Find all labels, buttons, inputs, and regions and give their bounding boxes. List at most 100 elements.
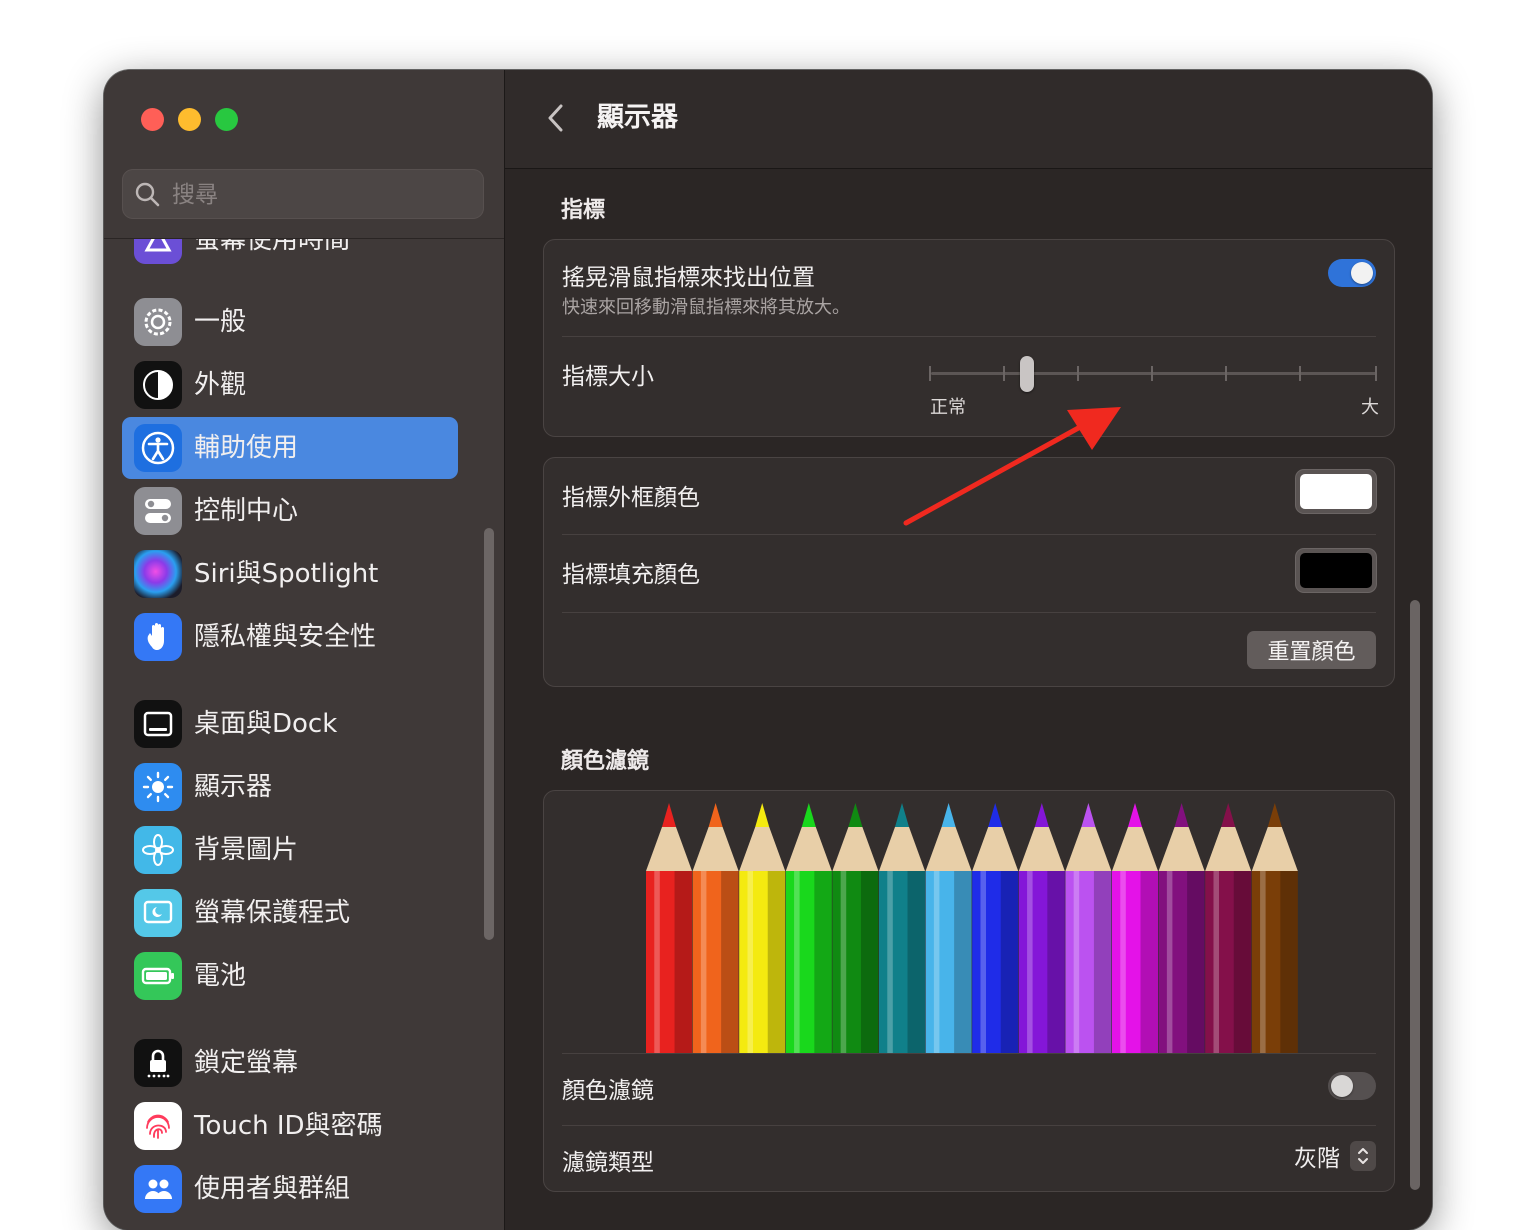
search-box[interactable] (122, 169, 484, 219)
color-pencils-preview (646, 803, 1298, 1053)
sidebar-item-wallpaper[interactable]: 背景圖片 (122, 819, 458, 881)
row-divider (562, 1125, 1376, 1126)
screensaver-icon (134, 889, 182, 937)
sidebar-item-touch-id[interactable]: Touch ID與密碼 (122, 1095, 458, 1157)
pencil (1112, 803, 1158, 1053)
toolbar: 顯示器 (505, 70, 1432, 169)
pointer-size-slider[interactable]: 正常 大 (929, 355, 1379, 418)
pencil (879, 803, 925, 1053)
sidebar-item-privacy[interactable]: 隱私權與安全性 (122, 606, 458, 668)
shake-pointer-toggle[interactable] (1328, 259, 1376, 287)
toggle-knob (1331, 1075, 1353, 1097)
sidebar-item-label: 一般 (194, 307, 247, 337)
sidebar-item-label: 控制中心 (194, 496, 299, 526)
sidebar-item-control-center[interactable]: 控制中心 (122, 480, 458, 542)
sidebar: 螢幕使用時間 一般 (104, 70, 505, 1230)
filter-type-label: 濾鏡類型 (562, 1150, 654, 1176)
lock-icon (134, 1039, 182, 1087)
pencil (1251, 803, 1298, 1053)
slider-max-label: 大 (1361, 397, 1379, 418)
sidebar-item-screen-time[interactable]: 螢幕使用時間 (122, 239, 458, 271)
slider-tick (929, 366, 931, 381)
sidebar-item-screensaver[interactable]: 螢幕保護程式 (122, 882, 458, 944)
fill-color-well[interactable] (1296, 549, 1376, 592)
sidebar-item-label: Touch ID與密碼 (194, 1111, 383, 1141)
pointer-size-label: 指標大小 (562, 364, 654, 390)
slider-thumb[interactable] (1020, 356, 1035, 392)
pencil (1158, 803, 1205, 1053)
pencil (1018, 803, 1065, 1053)
sidebar-item-siri[interactable]: Siri與Spotlight (122, 543, 458, 605)
sidebar-item-desktop-dock[interactable]: 桌面與Dock (122, 693, 458, 755)
appearance-icon (134, 361, 182, 409)
sidebar-item-displays[interactable]: 顯示器 (122, 756, 458, 818)
sidebar-scrollbar[interactable] (484, 528, 494, 940)
pointer-card: 搖晃滑鼠指標來找出位置 快速來回移動滑鼠指標來將其放大。 指標大小 正常 大 (543, 239, 1395, 437)
slider-track (931, 372, 1377, 375)
pencil (646, 803, 692, 1053)
hand-icon (134, 613, 182, 661)
slider-tick (1151, 366, 1153, 381)
row-divider (562, 1053, 1376, 1054)
control-center-icon (134, 487, 182, 535)
sidebar-item-label: 桌面與Dock (194, 709, 338, 739)
up-down-chevron-icon (1350, 1141, 1376, 1171)
sidebar-item-lock-screen[interactable]: 鎖定螢幕 (122, 1032, 458, 1094)
outline-color-well[interactable] (1296, 470, 1376, 513)
row-divider (562, 336, 1376, 337)
filter-type-value: 灰階 (1294, 1146, 1340, 1172)
slider-tick (1375, 366, 1377, 381)
sidebar-item-label: 顯示器 (194, 772, 273, 802)
screen-time-icon (134, 239, 182, 264)
sidebar-item-label: 外觀 (194, 370, 247, 400)
pencil (925, 803, 972, 1053)
row-divider (562, 534, 1376, 535)
display-sun-icon (134, 763, 182, 811)
sidebar-item-label: Siri與Spotlight (194, 559, 379, 589)
settings-window: 螢幕使用時間 一般 (104, 70, 1432, 1230)
pencil (1065, 803, 1112, 1053)
sidebar-item-users[interactable]: 使用者與群組 (122, 1158, 458, 1220)
pencil (1205, 803, 1252, 1053)
color-filters-toggle-label: 顏色濾鏡 (562, 1078, 654, 1104)
pencil (692, 803, 739, 1053)
pointer-section-title: 指標 (561, 198, 606, 223)
sidebar-item-battery[interactable]: 電池 (122, 945, 458, 1007)
sidebar-item-label: 螢幕使用時間 (194, 239, 351, 255)
zoom-window-button[interactable] (215, 108, 238, 131)
color-filters-section-title: 顏色濾鏡 (561, 749, 650, 774)
search-icon (135, 182, 160, 207)
sidebar-item-label: 螢幕保護程式 (194, 898, 351, 928)
wallpaper-flower-icon (134, 826, 182, 874)
sidebar-item-label: 鎖定螢幕 (194, 1048, 299, 1078)
shake-pointer-label: 搖晃滑鼠指標來找出位置 (562, 265, 815, 291)
outline-color-label: 指標外框顏色 (562, 485, 700, 511)
sidebar-item-label: 輔助使用 (194, 433, 299, 463)
pencil (832, 803, 879, 1053)
color-filters-toggle[interactable] (1328, 1072, 1376, 1100)
filter-type-popup[interactable]: 灰階 (1294, 1139, 1376, 1173)
fingerprint-icon (134, 1102, 182, 1150)
sidebar-item-general[interactable]: 一般 (122, 291, 458, 353)
sidebar-item-accessibility[interactable]: 輔助使用 (122, 417, 458, 479)
content-scrollbar[interactable] (1410, 600, 1420, 1190)
sidebar-item-appearance[interactable]: 外觀 (122, 354, 458, 416)
close-window-button[interactable] (141, 108, 164, 131)
pencil (739, 803, 786, 1053)
fill-color-fill (1300, 553, 1372, 588)
sidebar-item-label: 電池 (194, 961, 247, 991)
slider-tick (1299, 366, 1301, 381)
back-chevron-icon[interactable] (539, 100, 573, 136)
reset-colors-button[interactable]: 重置顏色 (1247, 631, 1376, 669)
sidebar-item-label: 隱私權與安全性 (194, 622, 377, 652)
content-pane: 顯示器 指標 搖晃滑鼠指標來找出位置 快速來回移動滑鼠指標來將其放大。 指標大小 (505, 70, 1432, 1230)
sidebar-list: 螢幕使用時間 一般 外觀 輔助使用 控制中心 Siri與Spotlight 隱私… (104, 239, 504, 1230)
search-input[interactable] (170, 175, 474, 215)
fill-color-label: 指標填充顏色 (562, 562, 700, 588)
toggle-knob (1351, 262, 1373, 284)
sidebar-item-label: 背景圖片 (194, 835, 299, 865)
minimize-window-button[interactable] (178, 108, 201, 131)
pencil (785, 803, 832, 1053)
page-title: 顯示器 (597, 102, 678, 133)
outline-color-fill (1300, 474, 1372, 509)
